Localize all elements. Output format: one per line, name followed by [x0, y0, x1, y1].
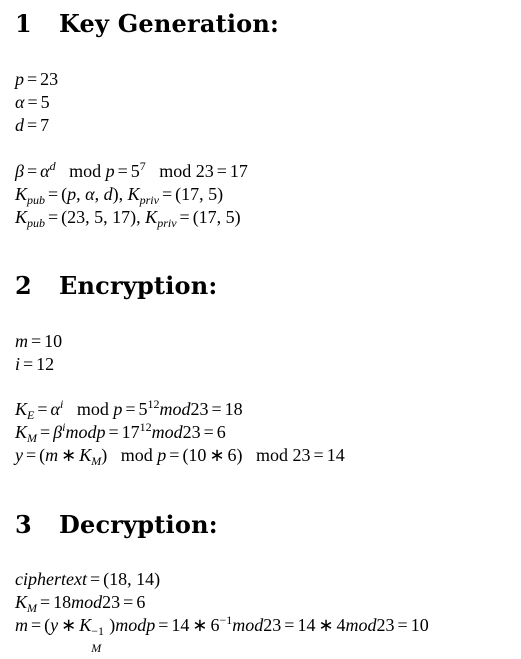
m-value: 10: [44, 331, 63, 351]
section-title: Key Generation:: [59, 9, 280, 38]
equation-alpha: α = 5: [15, 92, 50, 112]
equation-beta: β = αd mod p = 57 mod 23 = 17: [15, 159, 248, 181]
equation-p: p = 23: [15, 69, 59, 89]
m-decrypt-result: 10: [410, 615, 429, 635]
kpriv-value-2: (17, 5): [192, 207, 241, 227]
equation-km-decrypt: KM = 18mod23 = 6: [15, 592, 146, 615]
equation-i: i = 12: [15, 354, 55, 374]
section-heading-encryption: 2 Encryption:: [15, 272, 217, 300]
ciphertext-value: (18, 14): [103, 569, 161, 589]
section-number: 3: [15, 510, 32, 539]
section-heading-decryption: 3 Decryption:: [15, 511, 218, 539]
section-number: 2: [15, 271, 32, 300]
alpha-value: 5: [40, 92, 50, 112]
equation-m: m = 10: [15, 331, 63, 351]
kpriv-value: (17, 5): [175, 184, 224, 204]
y-result: 14: [326, 445, 345, 465]
section-title: Decryption:: [59, 510, 218, 539]
equation-ciphertext: ciphertext = (18, 14): [15, 569, 161, 589]
section-heading-key-generation: 1 Key Generation:: [15, 10, 279, 38]
equation-y: y = (m ∗ KM) mod p = (10 ∗ 6) mod 23 = 14: [15, 445, 345, 468]
equation-keys-numeric: Kpub = (23, 5, 17), Kpriv = (17, 5): [15, 207, 241, 230]
equation-m-decrypt: m = (y ∗ K −1 M)modp = 14 ∗ 6−1mod23 = 14 ∗ 4mod23 = 10: [15, 613, 429, 655]
p-value: 23: [40, 69, 59, 89]
section-title: Encryption:: [59, 271, 218, 300]
equation-keys-symbolic: Kpub = (p, α, d), Kpriv = (17, 5): [15, 184, 224, 207]
equation-km: KM = βimodp = 1712mod23 = 6: [15, 420, 226, 445]
km-decrypt-result: 6: [136, 592, 146, 612]
equation-d: d = 7: [15, 115, 50, 135]
section-number: 1: [15, 9, 32, 38]
kpub-value: (23, 5, 17): [61, 207, 137, 227]
equation-ke: KE = αi mod p = 512mod23 = 18: [15, 397, 243, 422]
beta-result: 17: [229, 161, 248, 181]
km-result: 6: [216, 422, 226, 442]
d-value: 7: [40, 115, 50, 135]
i-value: 12: [36, 354, 55, 374]
ke-result: 18: [224, 399, 243, 419]
